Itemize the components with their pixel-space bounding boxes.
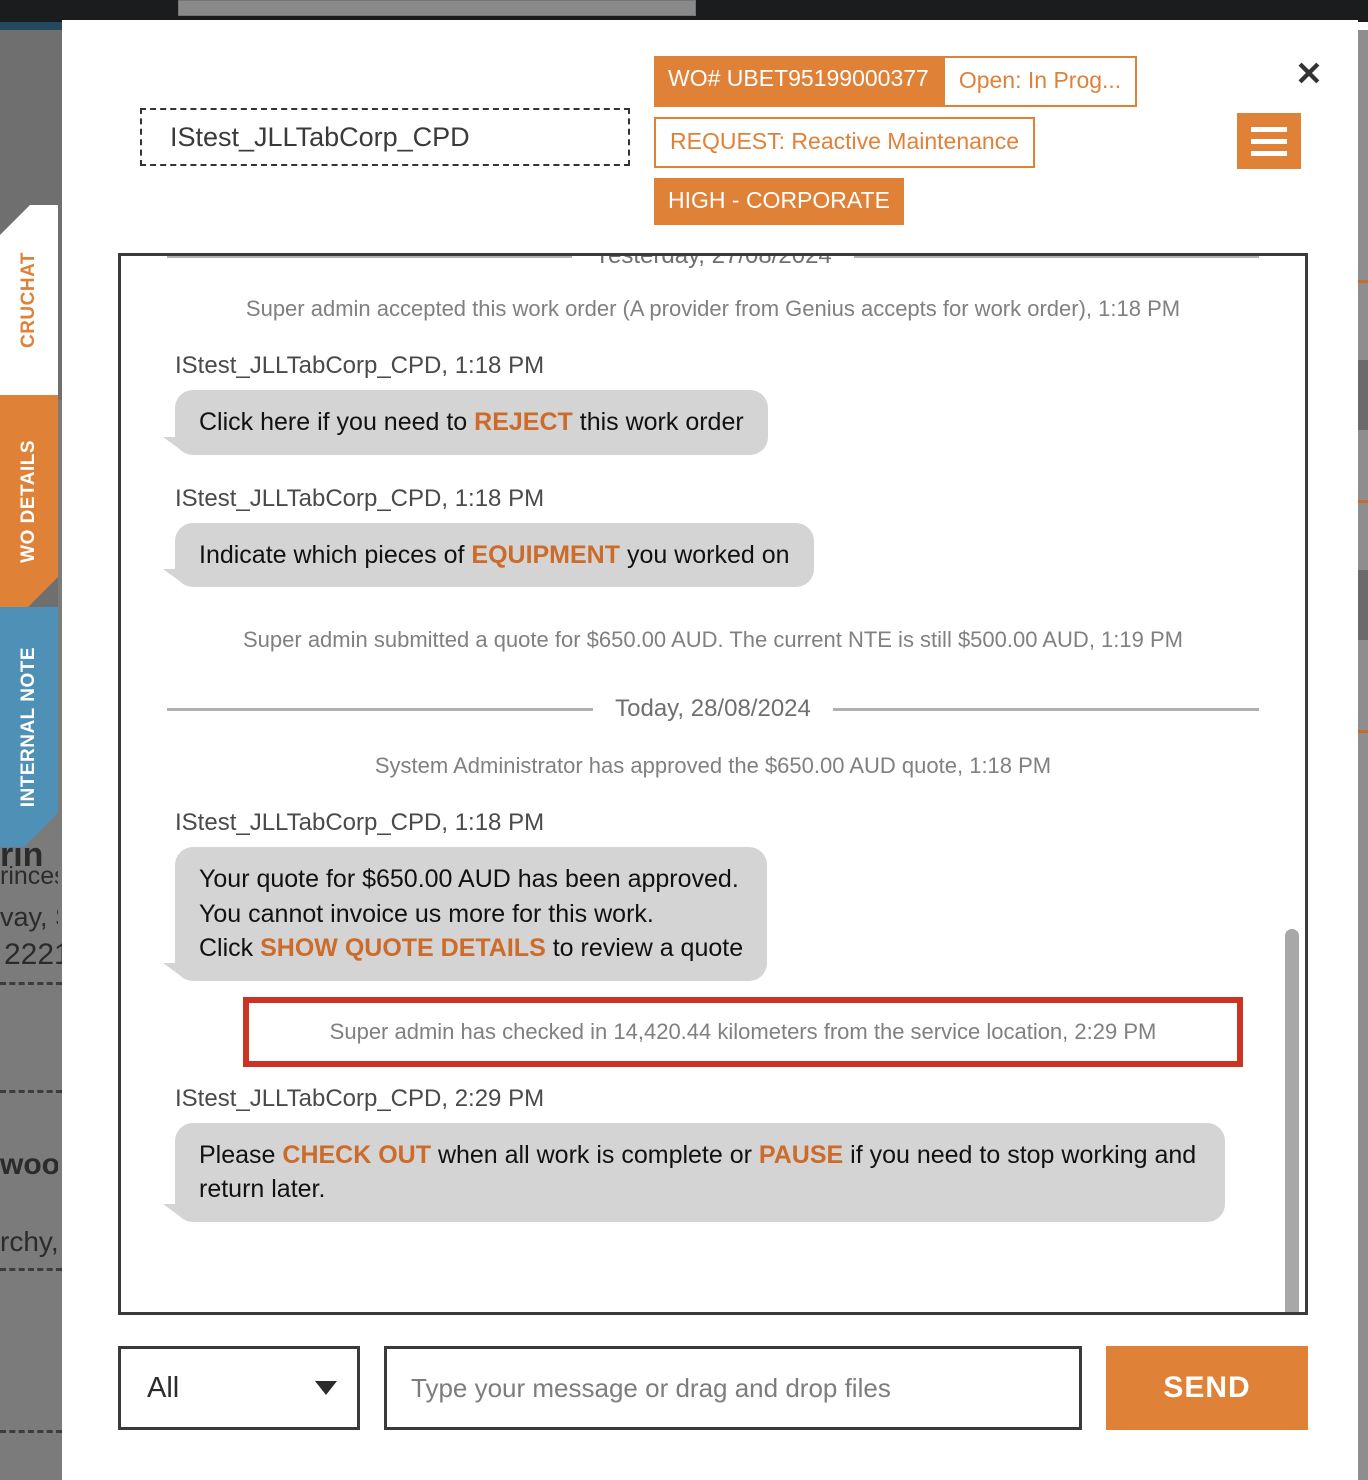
message-line-3-post: to review a quote <box>545 934 744 962</box>
message-bubble[interactable]: Indicate which pieces of EQUIPMENT you w… <box>163 522 814 587</box>
message-action-pause[interactable]: PAUSE <box>759 1141 843 1169</box>
message-bubble[interactable]: Please CHECK OUT when all work is comple… <box>163 1122 1225 1222</box>
work-order-number-badge: WO# UBET95199000377 <box>654 56 943 107</box>
background-text-fragment: rchy, <box>0 1226 58 1257</box>
separator-line <box>167 707 594 711</box>
close-icon[interactable]: ✕ <box>1292 57 1326 92</box>
system-message: System Administrator has approved the $6… <box>374 753 1052 778</box>
date-separator-label: Today, 28/08/2024 <box>615 695 811 722</box>
date-separator-today: Today, 28/08/2024 <box>147 695 1279 723</box>
chat-scrollbar[interactable] <box>1281 259 1299 1312</box>
recipient-select-value: All <box>147 1371 180 1404</box>
background-text-fragment: vay, Sh <box>0 902 58 932</box>
work-order-chat-modal: ✕ IStest_JLLTabCorp_CPD WO# UBET95199000… <box>62 20 1358 1480</box>
work-order-badges: WO# UBET95199000377 Open: In Prog... REQ… <box>654 56 1154 235</box>
message-text-post: you worked on <box>620 540 790 569</box>
hamburger-icon[interactable] <box>1237 113 1301 169</box>
send-button[interactable]: SEND <box>1106 1346 1308 1430</box>
message-input[interactable] <box>384 1346 1082 1430</box>
checkin-highlight-box: Super admin has checked in 14,420.44 kil… <box>243 996 1243 1067</box>
chat-scrollbar-thumb[interactable] <box>1285 929 1299 1312</box>
work-order-title-text: IStest_JLLTabCorp_CPD <box>170 121 470 152</box>
message-composer: All SEND <box>118 1346 1308 1430</box>
hamburger-bar <box>1251 150 1287 156</box>
message-text-pre: Click here if you need to <box>199 408 475 436</box>
message-bubble[interactable]: Your quote for $650.00 AUD has been appr… <box>162 847 768 981</box>
message-text-pre: Please <box>199 1140 283 1169</box>
message-line-2: You cannot invoice us more for this work… <box>199 899 654 928</box>
message-author: IStest_JLLTabCorp_CPD, 2:29 PM <box>175 1084 545 1112</box>
message-action-check-out[interactable]: CHECK OUT <box>282 1141 431 1169</box>
priority-badge: HIGH - CORPORATE <box>654 178 904 225</box>
chevron-down-icon <box>315 1381 337 1395</box>
message-action-show-quote-details[interactable]: SHOW QUOTE DETAILS <box>260 934 546 962</box>
message-action-equipment[interactable]: EQUIPMENT <box>471 541 620 569</box>
system-message: Super admin accepted this work order (A … <box>245 296 1181 321</box>
message-text-post: this work order <box>572 408 744 436</box>
date-separator-label: Yesterday, 27/08/2024 <box>594 256 832 270</box>
separator-line <box>167 256 573 258</box>
message-author: IStest_JLLTabCorp_CPD, 1:18 PM <box>175 352 545 379</box>
message-bubble[interactable]: Click here if you need to REJECT this wo… <box>163 390 768 455</box>
separator-line <box>832 707 1259 711</box>
message-text-pre: Indicate which pieces of <box>199 540 472 569</box>
sidebar-tab-internal-note[interactable]: INTERNAL NOTE <box>0 607 58 847</box>
background-divider <box>0 1090 62 1093</box>
badge-row-wo-status: WO# UBET95199000377 Open: In Prog... <box>654 56 1154 107</box>
background-text-fragment: 2221 <box>4 938 62 971</box>
system-message: Super admin submitted a quote for $650.0… <box>243 627 1183 652</box>
background-divider <box>0 1268 62 1271</box>
sidebar-tab-cruchat-label: CRUCHAT <box>18 251 39 349</box>
message-line-1: Your quote for $650.00 AUD has been appr… <box>199 865 739 893</box>
message-text-mid: when all work is complete or <box>431 1140 759 1169</box>
recipient-select[interactable]: All <box>118 1346 360 1430</box>
global-search-bar[interactable] <box>178 0 696 16</box>
message-bubble-row: Indicate which pieces of EQUIPMENT you w… <box>163 522 1279 587</box>
background-divider <box>0 1430 62 1433</box>
sidebar-tab-wo-details-label: WO DETAILS <box>18 439 39 563</box>
date-separator-yesterday: Yesterday, 27/08/2024 <box>147 256 1279 270</box>
chat-scroll-area[interactable]: Yesterday, 27/08/2024 Super admin accept… <box>121 256 1305 1312</box>
message-author: IStest_JLLTabCorp_CPD, 1:18 PM <box>175 484 545 512</box>
system-message-checkin: Super admin has checked in 14,420.44 kil… <box>329 1018 1157 1044</box>
hamburger-bar <box>1251 138 1287 144</box>
badge-row-priority: HIGH - CORPORATE <box>654 178 1154 225</box>
message-bubble-row: Your quote for $650.00 AUD has been appr… <box>162 847 1279 981</box>
background-text-fragment: wooc <box>0 1148 58 1181</box>
message-action-reject[interactable]: REJECT <box>474 408 573 436</box>
message-bubble-row: Click here if you need to REJECT this wo… <box>163 390 1279 455</box>
message-bubble-row: Please CHECK OUT when all work is comple… <box>163 1122 1279 1222</box>
work-order-title: IStest_JLLTabCorp_CPD <box>140 108 630 166</box>
hamburger-bar <box>1251 126 1287 132</box>
request-type-badge: REQUEST: Reactive Maintenance <box>654 117 1035 168</box>
separator-line <box>853 256 1259 258</box>
message-line-3-pre: Click <box>199 934 261 962</box>
sidebar-tab-cruchat[interactable]: CRUCHAT <box>0 205 58 395</box>
sidebar-tab-wo-details[interactable]: WO DETAILS <box>0 395 58 607</box>
sidebar-tab-internal-note-label: INTERNAL NOTE <box>18 646 39 808</box>
background-text-fragment: rinces <box>0 862 58 890</box>
chat-message-panel: Yesterday, 27/08/2024 Super admin accept… <box>118 253 1308 1315</box>
status-badge: Open: In Prog... <box>942 56 1138 107</box>
badge-row-request: REQUEST: Reactive Maintenance <box>654 117 1154 168</box>
message-author: IStest_JLLTabCorp_CPD, 1:18 PM <box>175 809 545 836</box>
background-divider <box>0 982 62 985</box>
